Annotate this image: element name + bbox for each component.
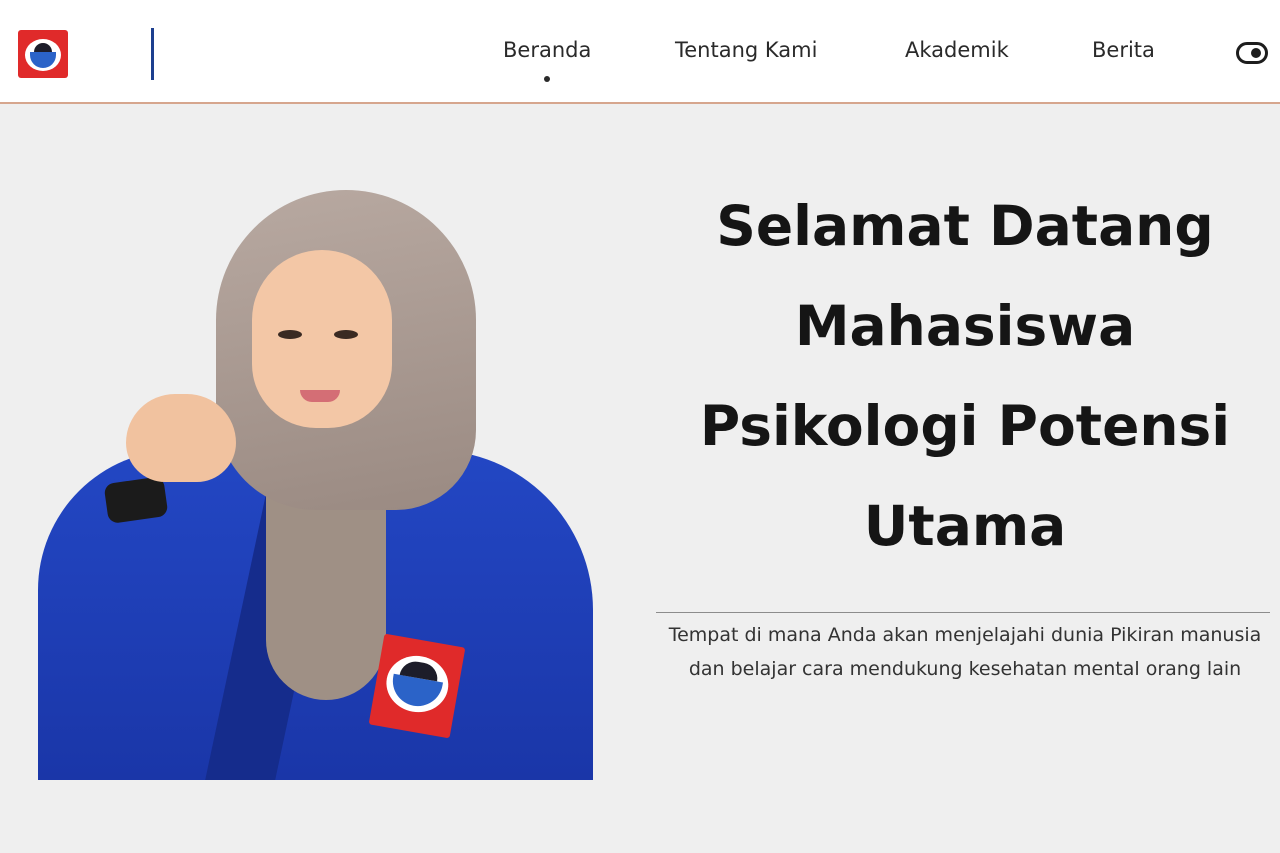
hero-divider	[656, 612, 1270, 613]
hero-description: Tempat di mana Anda akan menjelajahi dun…	[668, 624, 1262, 680]
logo-divider	[151, 28, 154, 80]
student-photo	[36, 190, 596, 780]
jacket-badge-icon	[368, 633, 466, 739]
top-navbar: Beranda Tentang Kami Akademik Berita	[0, 0, 1280, 104]
logo-emblem-icon	[18, 30, 68, 78]
nav-item-berita[interactable]: Berita	[1092, 38, 1155, 62]
theme-toggle-icon[interactable]	[1236, 42, 1268, 64]
nav-item-akademik[interactable]: Akademik	[905, 38, 1009, 62]
hero-title: Selamat Datang Mahasiswa Psikologi Poten…	[650, 176, 1280, 576]
nav-item-tentang-kami[interactable]: Tentang Kami	[675, 38, 817, 62]
nav-item-beranda[interactable]: Beranda	[503, 38, 591, 82]
hero-title-line-2: Mahasiswa	[794, 294, 1136, 358]
hero-title-line-1: Selamat Datang	[716, 194, 1214, 258]
site-logo[interactable]	[18, 28, 248, 82]
hero-title-line-4: Utama	[863, 494, 1067, 558]
hero-title-line-3: Psikologi Potensi	[699, 394, 1231, 458]
